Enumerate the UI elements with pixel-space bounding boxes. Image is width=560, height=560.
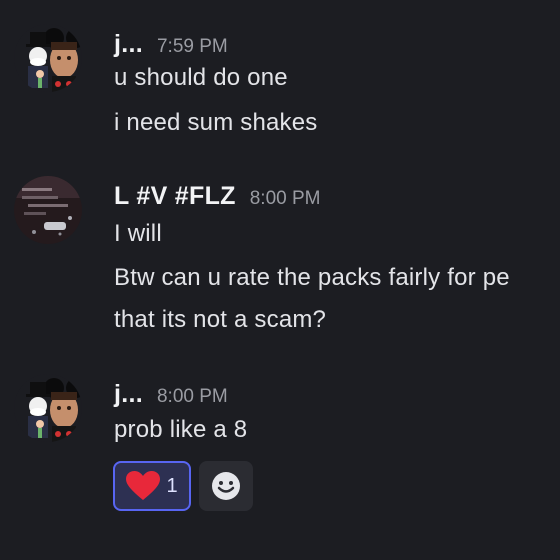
message-text: u should do one <box>114 64 288 91</box>
message-text: Btw can u rate the packs fairly for pe <box>114 264 510 291</box>
message-header: L #V #FLZ 8:00 PM <box>114 182 320 211</box>
chat-message-list: j... 7:59 PM u should do one i need sum … <box>0 0 560 560</box>
timestamp[interactable]: 8:00 PM <box>250 188 321 210</box>
add-reaction-smiley-icon <box>212 472 240 500</box>
message-text: I will <box>114 220 162 247</box>
heart-reaction-button[interactable]: 1 <box>113 461 191 511</box>
message-text: i need sum shakes <box>114 109 318 136</box>
user-avatar[interactable] <box>14 176 82 244</box>
heart-emoji-icon <box>126 471 161 500</box>
mickey-ears-avatar-icon <box>14 24 82 92</box>
username[interactable]: j... <box>114 30 143 59</box>
screenshot-avatar-icon <box>14 176 82 244</box>
message-header: j... 7:59 PM <box>114 30 228 59</box>
reaction-count: 1 <box>166 474 178 497</box>
user-avatar[interactable] <box>14 374 82 442</box>
add-reaction-button[interactable] <box>199 461 253 511</box>
reaction-bar: 1 <box>113 461 253 511</box>
message-text: prob like a 8 <box>114 416 248 443</box>
message-header: j... 8:00 PM <box>114 380 228 409</box>
timestamp[interactable]: 8:00 PM <box>157 386 228 408</box>
user-avatar[interactable] <box>14 24 82 92</box>
username[interactable]: j... <box>114 380 143 409</box>
timestamp[interactable]: 7:59 PM <box>157 36 228 58</box>
username[interactable]: L #V #FLZ <box>114 182 236 211</box>
message-text: that its not a scam? <box>114 306 327 333</box>
mickey-ears-avatar-icon <box>14 374 82 442</box>
